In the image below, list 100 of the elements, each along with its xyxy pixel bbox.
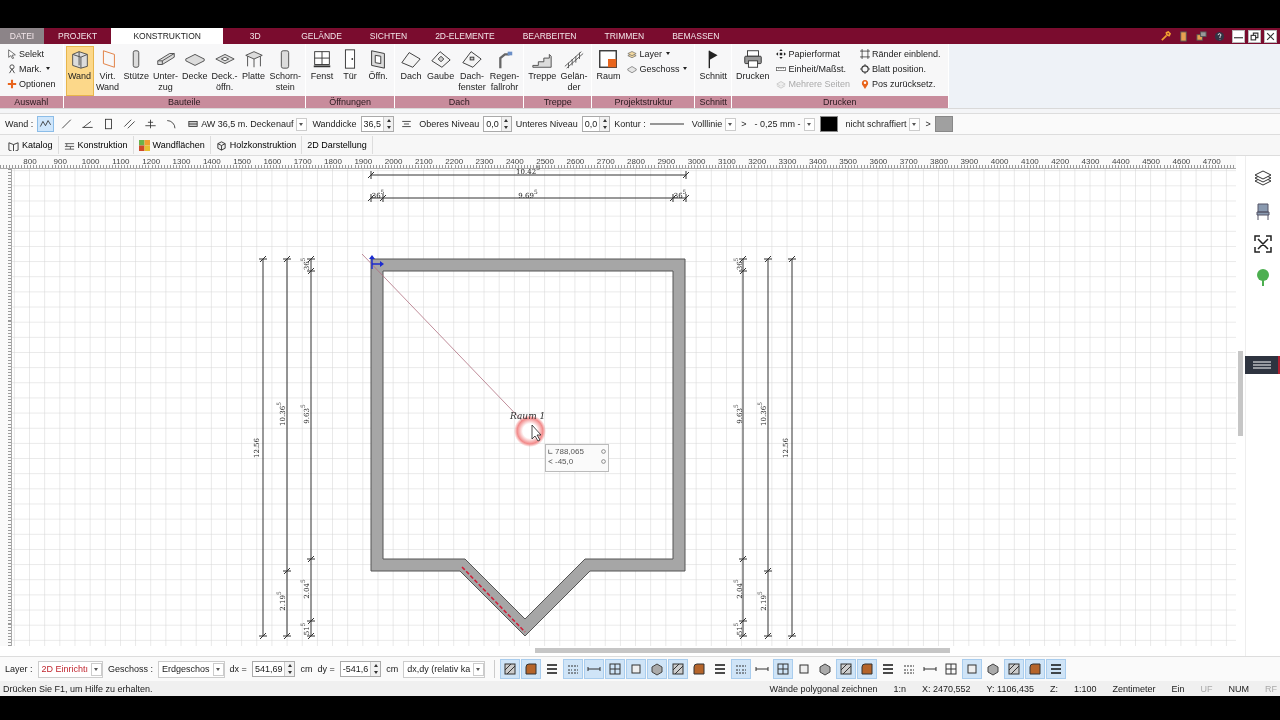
- ribbon-menu-item[interactable]: Mark.: [5, 61, 58, 76]
- menu-tab[interactable]: 2D-ELEMENTE: [421, 28, 509, 44]
- windows-icon[interactable]: [1196, 30, 1207, 42]
- view-toggle-button[interactable]: [857, 659, 878, 679]
- panel-handle[interactable]: [1245, 356, 1280, 374]
- minimize-button[interactable]: [1232, 29, 1245, 43]
- ribbon-button[interactable]: Stütze: [121, 46, 152, 96]
- menu-tab[interactable]: TRIMMEN: [590, 28, 659, 44]
- ruler-label: 4600: [1172, 157, 1191, 166]
- menu-tab[interactable]: BEMASSEN: [658, 28, 734, 44]
- view-tab[interactable]: Katalog: [3, 136, 59, 154]
- view-toggle-button[interactable]: [962, 659, 983, 679]
- dashed-lines-icon: [566, 662, 581, 676]
- room-icon: [597, 48, 620, 70]
- ribbon-button[interactable]: Platte: [239, 46, 268, 96]
- ribbon-button[interactable]: Dach-fenster: [456, 46, 488, 96]
- toolbar-label: cm: [300, 664, 313, 674]
- view-toggle-button[interactable]: [521, 659, 542, 679]
- view-toggle-button[interactable]: [773, 659, 794, 679]
- view-toggle-button[interactable]: [647, 659, 668, 679]
- grid-icon: [608, 662, 623, 676]
- ribbon-button[interactable]: Tür: [336, 46, 365, 96]
- expand-icon[interactable]: [1252, 234, 1273, 254]
- menu-tab[interactable]: PROJEKT: [44, 28, 112, 44]
- restore-button[interactable]: [1248, 29, 1261, 43]
- wrench-icon[interactable]: [1160, 30, 1171, 42]
- view-toggle-button[interactable]: [1046, 659, 1067, 679]
- menu-tab[interactable]: 3D: [223, 28, 288, 44]
- ribbon-button[interactable]: Virt. Wand: [93, 46, 122, 96]
- ribbon-menu-item[interactable]: Selekt: [5, 46, 58, 61]
- ribbon-menu-item[interactable]: Blatt position.: [858, 61, 943, 76]
- dropdown[interactable]: 2D Einrichtı: [37, 660, 104, 678]
- view-tab[interactable]: 2D Darstellung: [302, 136, 373, 154]
- ribbon-button[interactable]: Schnitt: [697, 46, 729, 96]
- view-toggle-button[interactable]: [731, 659, 752, 679]
- scrollbar-thumb[interactable]: [535, 648, 950, 653]
- ribbon-button[interactable]: Fenst: [308, 46, 337, 96]
- toolbar-label: Oberes Niveau: [419, 119, 480, 129]
- ribbon-button[interactable]: Dach: [397, 46, 426, 96]
- view-toggle-button[interactable]: [605, 659, 626, 679]
- ribbon-button[interactable]: Schorn-stein: [267, 46, 304, 96]
- menu-tab[interactable]: GELÄNDE: [287, 28, 356, 44]
- ribbon-button[interactable]: Regen-fallrohr: [487, 46, 522, 96]
- view-toggle-button[interactable]: [1025, 659, 1046, 679]
- ribbon-button[interactable]: Treppe: [526, 46, 559, 96]
- ribbon-button[interactable]: Deck.-öffn.: [209, 46, 240, 96]
- view-toggle-button[interactable]: [836, 659, 857, 679]
- ribbon-menu-item[interactable]: Ränder einblend.: [858, 46, 943, 61]
- number-field[interactable]: 0,0: [581, 116, 611, 132]
- document-icon[interactable]: [1178, 30, 1189, 42]
- dropdown[interactable]: Erdgeschos: [158, 660, 225, 678]
- ribbon-button[interactable]: Unter-zug: [151, 46, 181, 96]
- ruler-label: 4500: [1142, 157, 1160, 166]
- number-field[interactable]: 36,5: [360, 116, 395, 132]
- dropdown[interactable]: nicht schraffiert: [841, 115, 922, 133]
- status-hint: Drücken Sie F1, um Hilfe zu erhalten.: [3, 683, 153, 694]
- dropdown[interactable]: dx,dy (relativ ka: [403, 660, 486, 678]
- view-tab[interactable]: Holzkonstruktion: [210, 136, 303, 154]
- view-toggle-button[interactable]: [668, 659, 689, 679]
- ribbon-menu-item[interactable]: Einheit/Maßst.: [774, 61, 852, 76]
- ribbon-menu-item[interactable]: Pos zurücksetz.: [858, 76, 943, 91]
- view-toggle-button[interactable]: [584, 659, 605, 679]
- view-tab[interactable]: Konstruktion: [58, 136, 134, 154]
- view-toggle-button[interactable]: [500, 659, 521, 679]
- color-swatch[interactable]: [819, 116, 838, 132]
- ribbon-button[interactable]: Decke: [180, 46, 210, 96]
- lines-icon: [881, 662, 896, 676]
- layers-icon[interactable]: [1252, 168, 1273, 188]
- draw-tool-button[interactable]: [37, 116, 55, 132]
- menu-tab[interactable]: SICHTEN: [355, 28, 422, 44]
- ribbon-button[interactable]: Öffn.: [364, 46, 393, 96]
- number-field[interactable]: 0,0: [483, 116, 512, 132]
- view-toggle-button[interactable]: [563, 659, 584, 679]
- ruler-label: 3300: [778, 157, 797, 166]
- number-field[interactable]: -541,6: [339, 661, 382, 677]
- color-swatch[interactable]: [934, 116, 953, 132]
- ribbon-menu-item[interactable]: Papierformat: [774, 46, 852, 61]
- help-icon[interactable]: [1214, 30, 1225, 42]
- wall-type-dropdown[interactable]: AW 36,5 m. Deckenauf: [184, 115, 309, 133]
- view-toggle-button[interactable]: [626, 659, 647, 679]
- ribbon-menu-item[interactable]: Layer: [625, 46, 690, 61]
- ribbon-button[interactable]: Gelän-der: [558, 46, 590, 96]
- toolbar-label: Kontur :: [614, 119, 646, 129]
- number-field[interactable]: 541,69: [251, 661, 296, 677]
- view-toggle-button[interactable]: [1004, 659, 1025, 679]
- menu-tab[interactable]: BEARBEITEN: [508, 28, 591, 44]
- menu-tab[interactable]: KONSTRUKTION: [111, 28, 224, 44]
- ribbon-button[interactable]: Gaube: [425, 46, 457, 96]
- dashed-lines-icon: [734, 662, 749, 676]
- view-tab[interactable]: Wandflächen: [133, 136, 211, 154]
- ruler-label: 900: [53, 157, 67, 166]
- scrollbar-thumb[interactable]: [1238, 351, 1243, 436]
- close-button[interactable]: [1264, 29, 1277, 43]
- ribbon-button[interactable]: Wand: [65, 46, 94, 96]
- ribbon-menu-item[interactable]: Geschoss: [625, 61, 690, 76]
- ribbon-button[interactable]: Raum: [594, 46, 623, 96]
- ribbon-button[interactable]: Drucken: [733, 46, 772, 96]
- ribbon-menu-item[interactable]: Optionen: [5, 76, 58, 91]
- dropdown[interactable]: Volllinie: [687, 115, 738, 133]
- dropdown[interactable]: - 0,25 mm -: [750, 115, 816, 133]
